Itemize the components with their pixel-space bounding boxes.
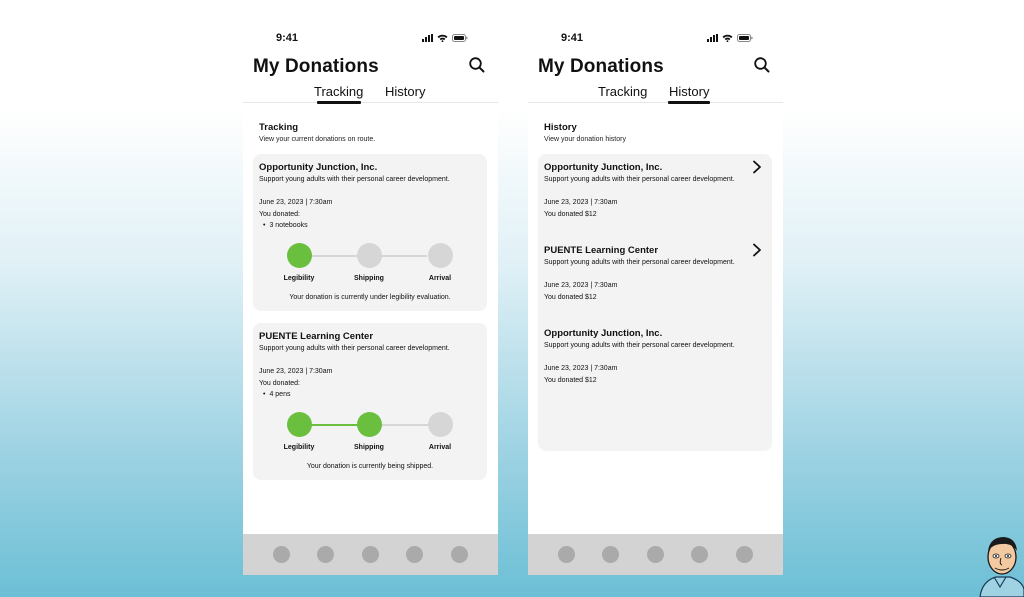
progress-tracker: Legibility Shipping Arrival xyxy=(253,242,487,282)
tracking-card[interactable]: Opportunity Junction, Inc. Support young… xyxy=(253,154,487,311)
donation-datetime: June 23, 2023 | 7:30am xyxy=(259,368,333,375)
step-dot-arrival xyxy=(428,412,453,437)
step-label: Legibility xyxy=(283,444,315,451)
bottom-nav xyxy=(528,534,783,575)
org-description: Support young adults with their personal… xyxy=(544,176,735,183)
tabs-divider xyxy=(528,102,783,103)
donation-datetime: June 23, 2023 | 7:30am xyxy=(544,365,618,372)
donated-item: • 3 notebooks xyxy=(263,222,308,229)
nav-item[interactable] xyxy=(317,546,334,563)
step-dot-arrival xyxy=(428,243,453,268)
wifi-icon xyxy=(722,34,733,42)
bullet: • xyxy=(263,222,266,229)
step-dot-legibility xyxy=(287,243,312,268)
org-description: Support young adults with their personal… xyxy=(259,345,450,352)
org-name: Opportunity Junction, Inc. xyxy=(544,162,663,173)
donated-label: You donated: xyxy=(259,380,301,387)
avatar xyxy=(976,531,1024,597)
section-subtitle: View your donation history xyxy=(544,136,626,143)
battery-icon xyxy=(737,34,753,42)
nav-item[interactable] xyxy=(558,546,575,563)
step-dot-shipping xyxy=(357,412,382,437)
donated-amount: You donated $12 xyxy=(544,377,597,384)
step-label: Arrival xyxy=(428,275,452,282)
donation-datetime: June 23, 2023 | 7:30am xyxy=(544,199,618,206)
step-label: Shipping xyxy=(354,275,384,282)
status-bar: 9:41 xyxy=(528,32,783,46)
org-description: Support young adults with their personal… xyxy=(544,342,735,349)
status-time: 9:41 xyxy=(276,32,299,44)
wifi-icon xyxy=(437,34,448,42)
bottom-nav xyxy=(243,534,498,575)
history-item[interactable]: Opportunity Junction, Inc. Support young… xyxy=(538,154,772,237)
tracking-card[interactable]: PUENTE Learning Center Support young adu… xyxy=(253,323,487,480)
donated-item: • 4 pens xyxy=(263,391,290,398)
item-text: 3 notebooks xyxy=(269,222,308,229)
org-name: Opportunity Junction, Inc. xyxy=(259,162,378,173)
step-label: Shipping xyxy=(354,444,384,451)
chevron-right-icon[interactable] xyxy=(752,160,762,174)
section-title: History xyxy=(544,122,577,133)
history-item[interactable]: PUENTE Learning Center Support young adu… xyxy=(538,237,772,320)
section-title: Tracking xyxy=(259,122,299,133)
org-description: Support young adults with their personal… xyxy=(259,176,450,183)
status-time: 9:41 xyxy=(561,32,584,44)
org-name: Opportunity Junction, Inc. xyxy=(544,328,663,339)
org-description: Support young adults with their personal… xyxy=(544,259,735,266)
tab-tracking[interactable]: Tracking xyxy=(314,84,363,99)
step-label: Legibility xyxy=(283,275,315,282)
progress-tracker: Legibility Shipping Arrival xyxy=(253,411,487,451)
org-name: PUENTE Learning Center xyxy=(544,245,659,256)
tab-tracking[interactable]: Tracking xyxy=(598,84,647,99)
history-list: Opportunity Junction, Inc. Support young… xyxy=(538,154,772,451)
org-name: PUENTE Learning Center xyxy=(259,331,374,342)
nav-item[interactable] xyxy=(406,546,423,563)
donated-label: You donated: xyxy=(259,211,301,218)
section-subtitle: View your current donations on route. xyxy=(259,136,376,143)
status-bar: 9:41 xyxy=(243,32,498,46)
nav-item[interactable] xyxy=(736,546,753,563)
signal-icon xyxy=(707,34,718,42)
tab-history[interactable]: History xyxy=(669,84,709,99)
tab-history[interactable]: History xyxy=(385,84,425,99)
nav-item[interactable] xyxy=(362,546,379,563)
tabs-divider xyxy=(243,102,498,103)
nav-item[interactable] xyxy=(273,546,290,563)
bullet: • xyxy=(263,391,266,398)
history-item[interactable]: Opportunity Junction, Inc. Support young… xyxy=(538,320,772,403)
donation-datetime: June 23, 2023 | 7:30am xyxy=(544,282,618,289)
battery-icon xyxy=(452,34,468,42)
nav-item[interactable] xyxy=(602,546,619,563)
chevron-right-icon[interactable] xyxy=(752,243,762,257)
step-dot-legibility xyxy=(287,412,312,437)
status-message: Your donation is currently under legibil… xyxy=(289,294,451,301)
history-screen: 9:41 My Donations Tracking History Histo… xyxy=(528,22,783,575)
tracking-screen: 9:41 My Donations Tracking History Track… xyxy=(243,22,498,575)
status-message: Your donation is currently being shipped… xyxy=(306,463,434,470)
page-title: My Donations xyxy=(538,56,664,77)
active-tab-indicator xyxy=(317,101,361,104)
signal-icon xyxy=(422,34,433,42)
active-tab-indicator xyxy=(668,101,710,104)
donated-amount: You donated $12 xyxy=(544,294,597,301)
page-title: My Donations xyxy=(253,56,379,77)
item-text: 4 pens xyxy=(269,391,291,398)
nav-item[interactable] xyxy=(451,546,468,563)
step-dot-shipping xyxy=(357,243,382,268)
nav-item[interactable] xyxy=(691,546,708,563)
search-icon[interactable] xyxy=(468,56,486,74)
donated-amount: You donated $12 xyxy=(544,211,597,218)
step-label: Arrival xyxy=(428,444,452,451)
donation-datetime: June 23, 2023 | 7:30am xyxy=(259,199,333,206)
nav-item[interactable] xyxy=(647,546,664,563)
search-icon[interactable] xyxy=(753,56,771,74)
